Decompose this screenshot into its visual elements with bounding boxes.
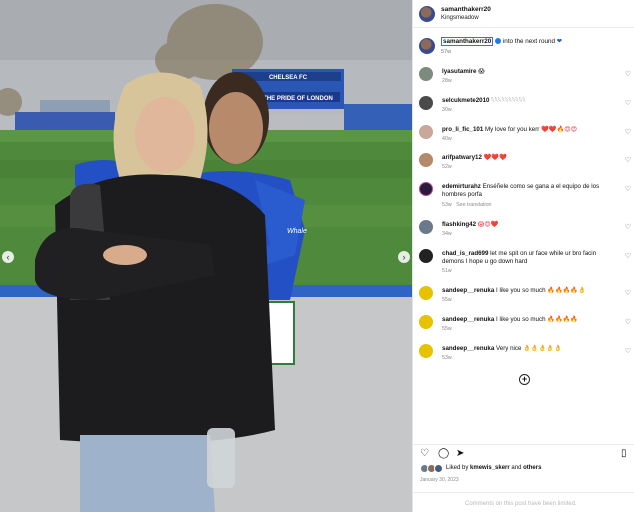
- liker-avatar: [434, 464, 443, 473]
- see-translation-link[interactable]: See translation: [456, 202, 491, 208]
- next-photo-button[interactable]: ›: [398, 251, 410, 263]
- commenter-username[interactable]: sandeep__renuka: [442, 287, 494, 294]
- caption-text: into the next round: [502, 38, 555, 45]
- commenter-avatar[interactable]: [419, 315, 433, 329]
- like-comment-heart-icon[interactable]: ♡: [625, 185, 631, 193]
- verified-badge-icon: [495, 38, 502, 44]
- comment-emojis: 🔥🔥🔥🔥👌: [547, 287, 586, 294]
- blue-heart-icon: ❤: [556, 38, 563, 45]
- stand-sign: CHELSEA FC: [269, 75, 308, 81]
- comment-emojis: 😱😍❤️: [477, 221, 499, 228]
- comment-text: 𓆩𓆩𓆩𓆩𓆩𓆩𓆩𓆩𓆩𓆩: [491, 97, 526, 104]
- like-comment-heart-icon[interactable]: ♡: [625, 128, 631, 136]
- commenter-avatar[interactable]: [419, 286, 433, 300]
- commenter-avatar[interactable]: [419, 153, 433, 167]
- caption-username[interactable]: samanthakerr20: [441, 37, 494, 46]
- commenter-username[interactable]: pro_li_fic_101: [442, 126, 483, 133]
- post-location[interactable]: Kingsmeadow: [441, 15, 479, 21]
- commenter-username[interactable]: flashking42: [442, 221, 476, 228]
- comment-text: My love for you kerr: [485, 126, 540, 133]
- photo-illustration: CHELSEA FC THE PRIDE OF LONDON Whale: [0, 0, 412, 512]
- likes-others-link[interactable]: others: [523, 465, 541, 471]
- liked-by-username[interactable]: kmewis_skerr: [470, 465, 510, 471]
- heart-icon[interactable]: ♡: [420, 449, 429, 459]
- commenter-username[interactable]: lyasutamire: [442, 68, 476, 75]
- comment-emojis: ❤️❤️🔥😍😍: [541, 126, 578, 133]
- commenter-avatar[interactable]: [419, 220, 433, 234]
- comment-text: Very nice: [496, 345, 522, 352]
- comment-text: 😱: [478, 68, 485, 75]
- like-comment-heart-icon[interactable]: ♡: [625, 289, 631, 297]
- post-photo: CHELSEA FC THE PRIDE OF LONDON Whale ‹ ›: [0, 0, 412, 512]
- commenter-username[interactable]: sandeep__renuka: [442, 345, 494, 352]
- like-comment-heart-icon[interactable]: ♡: [625, 223, 631, 231]
- comments-limited-notice: Comments on this post have been limited.: [413, 492, 634, 512]
- comment-time: 53w: [442, 355, 452, 361]
- comment-emojis: 👌👌👌👌👌: [523, 345, 562, 352]
- comment-text: I like you so much: [496, 316, 546, 323]
- previous-photo-button[interactable]: ‹: [2, 251, 14, 263]
- like-comment-heart-icon[interactable]: ♡: [625, 252, 631, 260]
- comment-emojis: 🔥🔥🔥🔥: [547, 316, 579, 323]
- post-header: samanthakerr20 Kingsmeadow: [413, 0, 634, 28]
- plus-circle-icon[interactable]: +: [519, 374, 530, 385]
- stand-banner: THE PRIDE OF LONDON: [263, 96, 333, 102]
- comment-time: 53w: [442, 202, 452, 208]
- comment-time: 55w: [442, 297, 452, 303]
- post-actions: ♡ ◯ ➤ ▯: [413, 444, 634, 462]
- like-comment-heart-icon[interactable]: ♡: [625, 70, 631, 78]
- commenter-username[interactable]: selcukmete2010: [442, 97, 489, 104]
- bookmark-icon[interactable]: ▯: [621, 449, 627, 459]
- likes-prefix: Liked by: [446, 465, 469, 471]
- commenter-username[interactable]: arifpatwary12: [442, 154, 482, 161]
- jersey-sponsor: Whale: [287, 228, 307, 235]
- commenter-avatar[interactable]: [419, 182, 433, 196]
- share-icon[interactable]: ➤: [456, 449, 464, 459]
- like-comment-heart-icon[interactable]: ♡: [625, 156, 631, 164]
- likes-summary: Liked by kmewis_skerr and others: [413, 463, 634, 475]
- post-panel: samanthakerr20 Kingsmeadow samanthakerr2…: [412, 0, 634, 512]
- comment-time: 52w: [442, 164, 452, 170]
- like-comment-heart-icon[interactable]: ♡: [625, 99, 631, 107]
- post-caption: samanthakerr20 into the next round ❤ 57w: [413, 34, 634, 60]
- commenter-username[interactable]: edemirturahz: [442, 183, 481, 190]
- like-comment-heart-icon[interactable]: ♡: [625, 318, 631, 326]
- commenter-avatar[interactable]: [419, 96, 433, 110]
- likes-and: and: [511, 465, 522, 471]
- author-username[interactable]: samanthakerr20: [441, 6, 491, 13]
- commenter-username[interactable]: chad_is_rad699: [442, 250, 488, 257]
- footer-text: Comments on this post have been limited.: [465, 501, 577, 507]
- like-comment-heart-icon[interactable]: ♡: [625, 347, 631, 355]
- caption-time: 57w: [441, 49, 452, 55]
- comment-icon[interactable]: ◯: [438, 449, 449, 459]
- commenter-avatar[interactable]: [419, 125, 433, 139]
- comment-time: 55w: [442, 326, 452, 332]
- comment-text: I like you so much: [496, 287, 546, 294]
- comment-time: 28w: [442, 78, 452, 84]
- comment-time: 30w: [442, 107, 452, 113]
- comment-time: 51w: [442, 268, 452, 274]
- comment-emojis: ❤️❤️❤️: [483, 154, 507, 161]
- post-date: January 30, 2023: [420, 477, 459, 483]
- commenter-avatar[interactable]: [419, 344, 433, 358]
- commenter-username[interactable]: sandeep__renuka: [442, 316, 494, 323]
- commenter-avatar[interactable]: [419, 67, 433, 81]
- commenter-avatar[interactable]: [419, 249, 433, 263]
- comment-time: 34w: [442, 231, 452, 237]
- author-avatar[interactable]: [419, 6, 435, 22]
- caption-avatar[interactable]: [419, 38, 435, 54]
- comment-time: 40w: [442, 136, 452, 142]
